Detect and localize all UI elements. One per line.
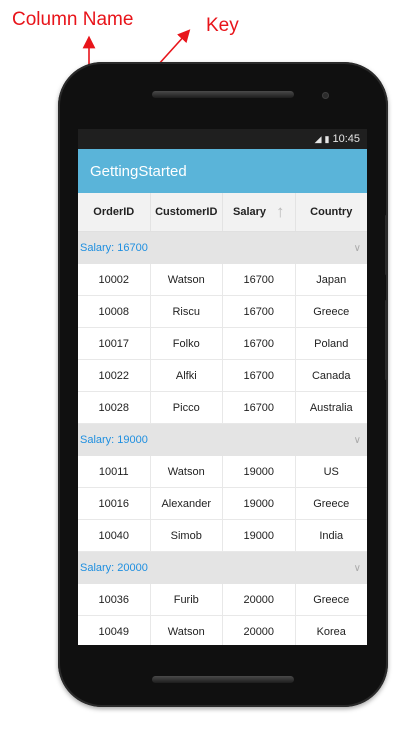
table-cell: Alfki bbox=[151, 360, 223, 391]
table-cell: Korea bbox=[316, 625, 346, 638]
chevron-down-icon[interactable]: ∨ bbox=[354, 563, 361, 574]
table-cell: 16700 bbox=[223, 296, 296, 327]
table-cell: 10028 bbox=[78, 392, 151, 423]
grid-body: Salary: 16700 ∨ 10002 Watson 16700 Japan 10008… bbox=[78, 232, 367, 645]
table-row[interactable]: 10011 Watson 19000 US bbox=[78, 456, 367, 488]
table-cell: Australia bbox=[309, 401, 353, 414]
key-annotation: Key bbox=[206, 15, 239, 36]
table-row[interactable]: 10002 Watson 16700 Japan bbox=[78, 264, 367, 296]
column-header-label: Salary bbox=[232, 206, 267, 218]
table-cell: 10008 bbox=[78, 296, 151, 327]
table-cell: 16700 bbox=[223, 264, 296, 295]
table-cell: Greece bbox=[313, 593, 350, 606]
table-cell: Folko bbox=[151, 328, 223, 359]
column-header-label: Country bbox=[310, 206, 353, 218]
signal-icon: ◢ bbox=[314, 133, 322, 144]
table-cell: US bbox=[323, 465, 339, 478]
volume-button[interactable] bbox=[385, 215, 388, 275]
table-cell: Simob bbox=[151, 520, 223, 551]
table-cell: Japan bbox=[316, 273, 347, 286]
table-cell: Picco bbox=[151, 392, 223, 423]
table-cell: 19000 bbox=[223, 488, 296, 519]
table-row[interactable]: 10016 Alexander 19000 Greece bbox=[78, 488, 367, 520]
front-camera-icon bbox=[322, 92, 329, 99]
bottom-speaker-grille bbox=[152, 676, 294, 683]
table-cell: 10022 bbox=[78, 360, 151, 391]
table-cell: 16700 bbox=[223, 360, 296, 391]
table-cell: Watson bbox=[151, 616, 223, 645]
column-header-label: CustomerID bbox=[155, 206, 218, 218]
group-caption-row[interactable]: Salary: 19000 ∨ bbox=[78, 424, 367, 456]
table-cell: 20000 bbox=[223, 584, 296, 615]
table-cell: 16700 bbox=[223, 392, 296, 423]
earpiece-speaker bbox=[152, 91, 294, 98]
app-title: GettingStarted bbox=[90, 162, 187, 180]
table-row[interactable]: 10049 Watson 20000 Korea bbox=[78, 616, 367, 645]
group-caption-label: Salary: 20000 bbox=[80, 562, 148, 574]
app-bar: GettingStarted bbox=[78, 149, 367, 193]
status-time: 10:45 bbox=[332, 133, 360, 145]
table-cell: Furib bbox=[151, 584, 223, 615]
grid-header: OrderID CustomerID Salary ↑ Country bbox=[78, 193, 367, 232]
table-row[interactable]: 10022 Alfki 16700 Canada bbox=[78, 360, 367, 392]
table-cell: Canada bbox=[311, 369, 351, 382]
table-cell: 19000 bbox=[223, 520, 296, 551]
table-cell: Watson bbox=[151, 456, 223, 487]
column-name-annotation: Column Name bbox=[12, 9, 134, 30]
column-header-label: OrderID bbox=[93, 206, 135, 218]
stage: Column Name Key ◢ ▮ 10:45 GettingStarted… bbox=[0, 0, 407, 732]
table-cell: Greece bbox=[313, 305, 350, 318]
table-cell: 10016 bbox=[78, 488, 151, 519]
table-cell: Watson bbox=[151, 264, 223, 295]
table-row[interactable]: 10017 Folko 16700 Poland bbox=[78, 328, 367, 360]
column-header-salary[interactable]: Salary ↑ bbox=[223, 193, 296, 231]
table-cell: 10002 bbox=[78, 264, 151, 295]
sort-ascending-icon: ↑ bbox=[276, 202, 285, 221]
status-bar: ◢ ▮ 10:45 bbox=[78, 129, 367, 149]
group-caption-row[interactable]: Salary: 20000 ∨ bbox=[78, 552, 367, 584]
column-header-orderid[interactable]: OrderID bbox=[78, 193, 151, 231]
table-cell: Riscu bbox=[151, 296, 223, 327]
table-row[interactable]: 10036 Furib 20000 Greece bbox=[78, 584, 367, 616]
table-row[interactable]: 10008 Riscu 16700 Greece bbox=[78, 296, 367, 328]
table-cell: 16700 bbox=[223, 328, 296, 359]
table-cell: Greece bbox=[313, 497, 350, 510]
table-cell: 10017 bbox=[78, 328, 151, 359]
table-cell: 20000 bbox=[223, 616, 296, 645]
power-button[interactable] bbox=[385, 300, 388, 380]
group-caption-label: Salary: 16700 bbox=[80, 242, 148, 254]
chevron-down-icon[interactable]: ∨ bbox=[354, 243, 361, 254]
table-cell: Alexander bbox=[151, 488, 223, 519]
table-cell: Poland bbox=[314, 337, 349, 350]
table-row[interactable]: 10028 Picco 16700 Australia bbox=[78, 392, 367, 424]
battery-icon: ▮ bbox=[324, 133, 330, 144]
table-row[interactable]: 10040 Simob 19000 India bbox=[78, 520, 367, 552]
chevron-down-icon[interactable]: ∨ bbox=[354, 435, 361, 446]
table-cell: 10036 bbox=[78, 584, 151, 615]
table-cell: 19000 bbox=[223, 456, 296, 487]
column-header-customerid[interactable]: CustomerID bbox=[151, 193, 223, 231]
group-caption-row[interactable]: Salary: 16700 ∨ bbox=[78, 232, 367, 264]
screen: ◢ ▮ 10:45 GettingStarted OrderID Custome… bbox=[78, 129, 367, 645]
group-caption-label: Salary: 19000 bbox=[80, 434, 148, 446]
table-cell: 10049 bbox=[78, 616, 151, 645]
table-cell: 10040 bbox=[78, 520, 151, 551]
column-header-country[interactable]: Country bbox=[296, 193, 368, 231]
table-cell: India bbox=[319, 529, 344, 542]
table-cell: 10011 bbox=[78, 456, 151, 487]
